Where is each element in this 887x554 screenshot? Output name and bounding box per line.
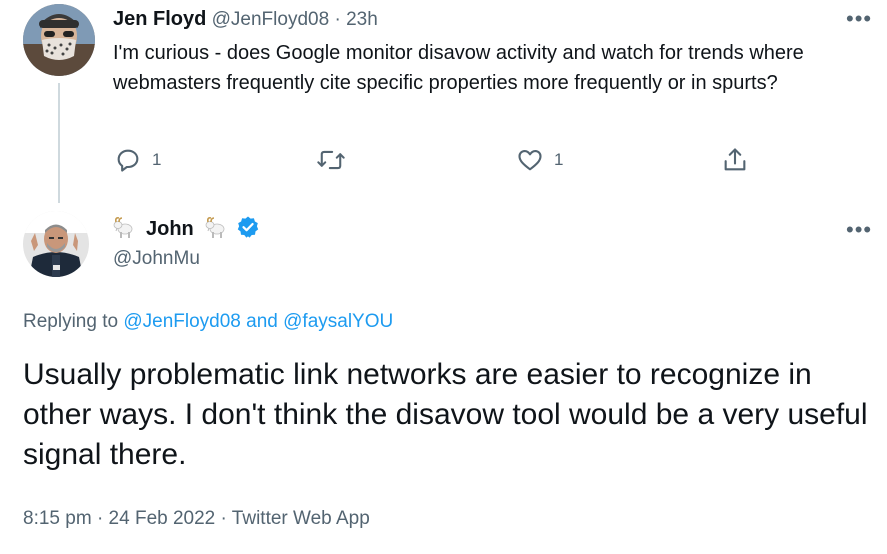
timestamp-dot: · [220, 508, 227, 529]
timestamp-dot: · [96, 508, 104, 529]
replying-to-and: and [246, 311, 278, 332]
share-icon [721, 146, 749, 174]
replying-to-user-2[interactable]: @faysalYOU [283, 311, 393, 332]
jen-floyd-avatar[interactable] [23, 4, 95, 76]
reply-icon [114, 146, 142, 174]
main-author-name-row: John [112, 214, 260, 244]
replying-to-line: Replying to @JenFloyd08 and @faysalYOU [23, 309, 393, 335]
replying-to-user-1[interactable]: @JenFloyd08 [123, 311, 241, 332]
thread-connector-line [58, 83, 60, 203]
tweet-timestamp-row: 8:15 pm · 24 Feb 2022 · Twitter Web App [23, 505, 370, 533]
goat-emoji-icon [204, 215, 230, 244]
parent-retweet-button[interactable] [316, 146, 356, 174]
parent-author-name[interactable]: Jen Floyd [113, 8, 206, 30]
retweet-icon [316, 146, 346, 174]
tweet-time[interactable]: 8:15 pm [23, 508, 92, 529]
parent-time-ago[interactable]: 23h [346, 9, 378, 30]
replying-to-prefix: Replying to [23, 311, 119, 332]
parent-more-icon[interactable]: ••• [846, 8, 872, 30]
main-tweet-text: Usually problematic link networks are ea… [23, 358, 868, 471]
verified-badge-icon [236, 215, 260, 244]
parent-share-button[interactable] [721, 146, 749, 174]
parent-tweet-header: Jen Floyd @JenFloyd08 · 23h [113, 6, 378, 33]
like-icon [516, 146, 544, 174]
john-avatar[interactable] [23, 211, 89, 277]
tweet-date[interactable]: 24 Feb 2022 [109, 508, 216, 529]
parent-like-button[interactable]: 1 [516, 146, 563, 174]
parent-reply-button[interactable]: 1 [114, 146, 161, 174]
main-author-name[interactable]: John [146, 218, 194, 241]
parent-separator: · [334, 9, 341, 30]
main-more-icon[interactable]: ••• [846, 219, 872, 241]
main-author-handle[interactable]: @JohnMu [113, 246, 200, 272]
parent-tweet-text: I'm curious - does Google monitor disavo… [113, 42, 804, 94]
tweet-source[interactable]: Twitter Web App [232, 508, 370, 529]
parent-author-handle[interactable]: @JenFloyd08 [212, 9, 330, 30]
parent-reply-count: 1 [152, 150, 162, 169]
parent-like-count: 1 [554, 150, 564, 169]
goat-emoji-icon [112, 215, 138, 244]
